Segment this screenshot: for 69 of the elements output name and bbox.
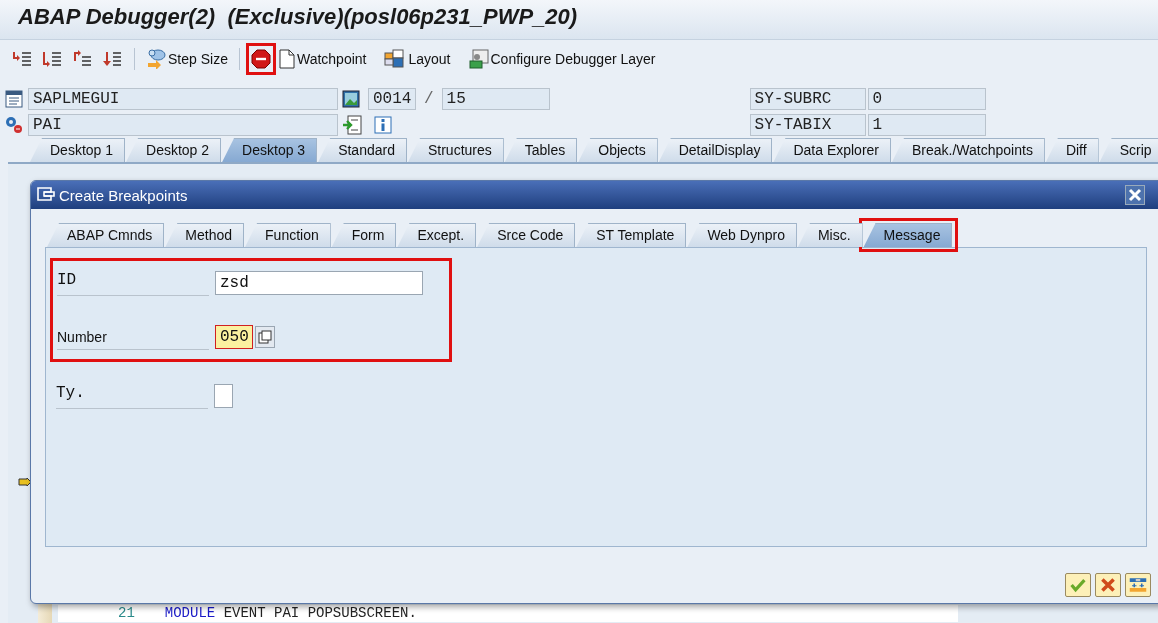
desktop-tab[interactable]: Objects xyxy=(578,138,658,162)
input-field[interactable]: 050 xyxy=(215,325,253,349)
line-field: 0014 xyxy=(368,88,416,110)
cancel-icon xyxy=(1099,577,1117,593)
step-size-button[interactable]: Step Size xyxy=(143,45,231,73)
field-label: ID xyxy=(57,270,209,296)
window-title: ABAP Debugger(2) (Exclusive)(posl06p231_PWP_20) xyxy=(18,4,578,30)
system-field-value: 0 xyxy=(867,88,986,110)
pointer-arrow-icon xyxy=(18,477,32,487)
slash-separator: / xyxy=(423,90,435,108)
dialog-tab[interactable]: Srce Code xyxy=(477,223,576,247)
confirm-button[interactable] xyxy=(1065,573,1091,597)
cancel-button[interactable] xyxy=(1095,573,1121,597)
dialog-tab[interactable]: Web Dynpro xyxy=(687,223,797,247)
desktop-tab[interactable]: Desktop 1 xyxy=(30,138,126,162)
copy-button[interactable] xyxy=(255,326,275,348)
close-button[interactable] xyxy=(1125,185,1145,205)
desktop-tab[interactable]: Scrip xyxy=(1099,138,1158,162)
list-arrow-icon xyxy=(11,49,33,69)
picture-icon xyxy=(342,90,360,108)
dialog-tab[interactable]: Form xyxy=(331,223,397,247)
dialog-tab[interactable]: Except. xyxy=(397,223,477,247)
info-icon xyxy=(374,116,392,134)
table-settings-button[interactable] xyxy=(1125,573,1151,597)
field-label: Ty. xyxy=(56,383,208,409)
dialog-tab[interactable]: Message xyxy=(863,223,953,247)
desktop-tab[interactable]: Desktop 3 xyxy=(222,138,318,162)
line-number: 21 xyxy=(118,605,135,622)
total-lines-field: 15 xyxy=(441,88,550,110)
desktop-tab[interactable]: Standard xyxy=(318,138,407,162)
stop-button[interactable] xyxy=(247,45,274,73)
close-icon xyxy=(1125,185,1145,205)
desktop-tab[interactable]: Tables xyxy=(504,138,578,162)
stop-sign-icon xyxy=(250,49,271,69)
list-arrow-icon xyxy=(101,49,123,69)
desktop-tab[interactable]: Break./Watchpoints xyxy=(892,138,1045,162)
event-field: PAI xyxy=(28,114,338,136)
input-field[interactable]: zsd xyxy=(215,271,423,295)
dialog-tab[interactable]: Function xyxy=(245,223,331,247)
configure-button[interactable]: Configure Debugger Layer xyxy=(465,45,659,73)
dialog-title: Create Breakpoints xyxy=(59,186,188,204)
dialog-tab[interactable]: ABAP Cmnds xyxy=(47,223,165,247)
layout-button[interactable]: Layout xyxy=(381,45,454,73)
table-icon xyxy=(1129,577,1147,593)
dialog-tab[interactable]: ST Template xyxy=(576,223,687,247)
desktop-tab[interactable]: DetailDisplay xyxy=(658,138,773,162)
desktop-tab[interactable]: Diff xyxy=(1045,138,1099,162)
dialog-tab[interactable]: Method xyxy=(165,223,245,247)
system-field-value: 1 xyxy=(867,114,986,136)
list-arrow-icon xyxy=(41,49,63,69)
field-label: Number xyxy=(57,324,209,350)
check-icon xyxy=(1069,577,1087,593)
watchpoint-button[interactable]: Watchpoint xyxy=(275,45,370,73)
program-icon xyxy=(4,89,24,109)
layout-icon xyxy=(384,49,407,69)
dialog-tab[interactable]: Misc. xyxy=(797,223,863,247)
page-icon xyxy=(278,49,295,69)
step-size-icon xyxy=(146,49,166,69)
system-field-name: SY-SUBRC xyxy=(749,88,866,110)
insert-icon xyxy=(342,115,362,135)
desktop-tab[interactable]: Data Explorer xyxy=(773,138,891,162)
input-field[interactable] xyxy=(214,384,233,408)
desktop-tab[interactable]: Desktop 2 xyxy=(126,138,222,162)
system-field-name: SY-TABIX xyxy=(749,114,866,136)
program-field: SAPLMEGUI xyxy=(28,88,338,110)
desktop-tab[interactable]: Structures xyxy=(407,138,504,162)
code-text: MODULE EVENT PAI POPSUBSCREEN. xyxy=(164,605,417,622)
dialog-icon xyxy=(37,187,55,203)
list-arrow-icon xyxy=(71,49,93,69)
